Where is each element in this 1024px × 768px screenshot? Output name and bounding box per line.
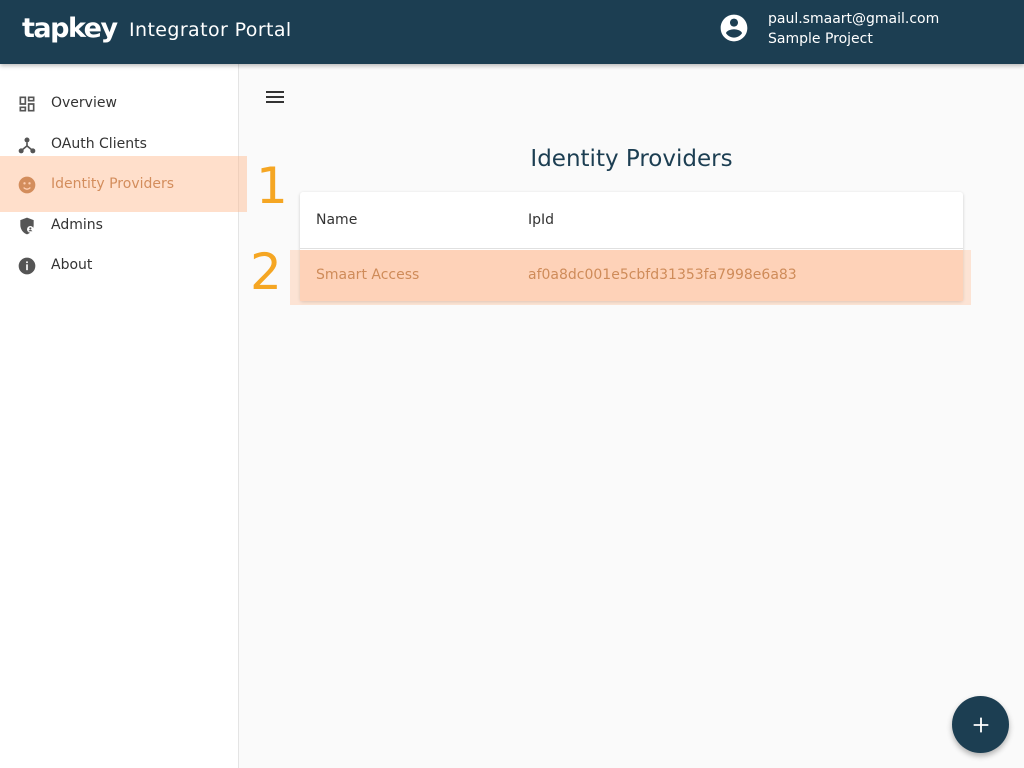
user-email[interactable]: paul.smaart@gmail.com [768,11,939,27]
annotation-step-1: 1 [256,157,288,215]
admin-shield-icon [20,217,34,235]
sidebar-item-label: Overview [51,95,117,111]
sidebar-item-admins[interactable]: Admins [0,206,239,246]
menu-icon[interactable] [263,85,287,109]
annotation-step-2: 2 [250,243,282,301]
sidebar-item-about[interactable]: About [0,246,239,286]
header-divider [300,248,963,249]
page-title: Identity Providers [530,146,733,172]
column-header-name[interactable]: Name [316,212,357,228]
account-circle-icon[interactable] [718,12,750,44]
dashboard-icon [19,96,35,112]
hub-icon [18,137,36,154]
sidebar-item-label: About [51,257,93,273]
top-app-bar: tapkey Integrator Portal paul.smaart@gma… [0,0,1024,64]
app-root: tapkey Integrator Portal paul.smaart@gma… [0,0,1024,768]
column-header-ipid[interactable]: IpId [528,212,554,228]
sidebar-item-label: OAuth Clients [51,136,147,152]
portal-title: Integrator Portal [129,19,292,41]
tapkey-logo[interactable]: tapkey [22,13,118,44]
info-icon [18,257,36,275]
add-icon [973,717,988,732]
add-identity-provider-button[interactable] [952,696,1009,753]
project-name[interactable]: Sample Project [768,31,873,47]
annotation-highlight-row [290,250,971,305]
sidebar-item-label: Admins [51,217,103,233]
sidebar-item-overview[interactable]: Overview [0,84,239,124]
annotation-highlight-sidebar [0,156,247,212]
